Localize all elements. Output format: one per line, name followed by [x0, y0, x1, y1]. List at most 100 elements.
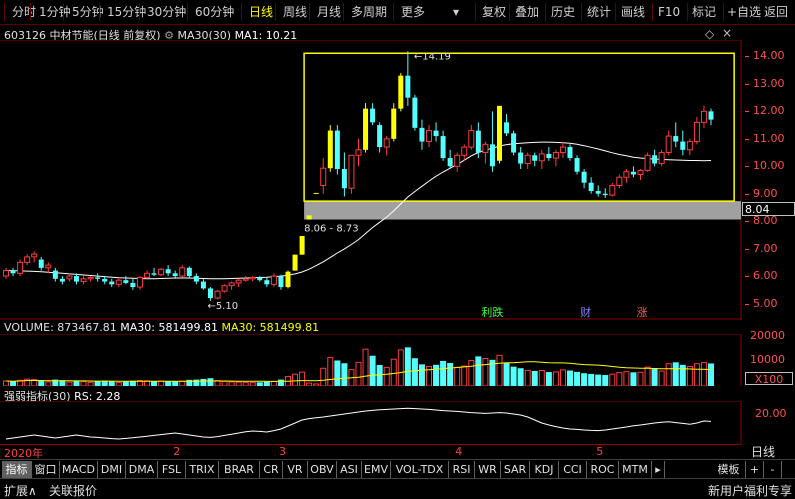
volume-chart[interactable] [0, 334, 742, 386]
indicator-tab[interactable]: SAR [501, 461, 530, 478]
indicator-tab[interactable]: KDJ [530, 461, 559, 478]
candle [24, 254, 31, 266]
candle [405, 51, 411, 106]
candle [264, 277, 270, 288]
volume-bar [595, 374, 602, 386]
indicator-tab[interactable]: DMA [126, 461, 158, 478]
candle [383, 136, 390, 156]
toolbar-separator [723, 3, 724, 21]
tool-button-5[interactable]: F10 [658, 4, 680, 21]
tool-button-1[interactable]: 叠加 [515, 4, 539, 21]
volume-bar [404, 347, 411, 386]
period-tab-4[interactable]: 30分钟 [147, 4, 186, 21]
expand-button[interactable]: 扩展∧ [4, 482, 37, 499]
new-user-promo-link[interactable]: 新用户福利专享 [708, 482, 792, 499]
price-axis-label: 10.00 [753, 159, 785, 173]
volume-bar [80, 381, 87, 386]
diamond-icon[interactable]: ◇ [705, 27, 714, 41]
tool-button-6[interactable]: 标记 [692, 4, 716, 21]
tab-right-button[interactable]: 模板 [712, 461, 746, 478]
period-tab-8[interactable]: 月线 [317, 4, 341, 21]
candle [80, 276, 87, 285]
period-tab-10[interactable]: 更多 [401, 4, 425, 21]
period-tab-9[interactable]: 多周期 [351, 4, 387, 21]
indicator-tab[interactable]: MTM [619, 461, 652, 478]
period-tab-6[interactable]: 日线 [249, 4, 273, 21]
volume-bar [66, 381, 73, 386]
candle [306, 215, 312, 220]
close-panel-icon[interactable]: × [722, 26, 732, 40]
tool-button-4[interactable]: 画线 [621, 4, 645, 21]
rs-indicator-chart[interactable] [0, 401, 742, 443]
toolbar-separator [652, 3, 653, 21]
candle [665, 130, 672, 156]
indicator-tab[interactable]: RSI [449, 461, 475, 478]
volume-bar [355, 361, 362, 386]
tool-button-7[interactable]: +自选 [727, 4, 761, 21]
volume-bar [94, 380, 101, 386]
volume-bar [59, 380, 66, 386]
indicator-tab[interactable]: 窗口 [32, 461, 60, 478]
indicator-tab[interactable]: EMV [362, 461, 391, 478]
indicator-tab[interactable]: TRIX [186, 461, 219, 478]
candle [630, 166, 636, 178]
volume-bar [503, 362, 510, 386]
candle [609, 182, 616, 197]
period-tab-5[interactable]: 60分钟 [195, 4, 234, 21]
indicator-tab[interactable]: BRAR [219, 461, 260, 478]
price-axis-label: 6.00 [753, 269, 778, 283]
period-tab-0[interactable]: 分时 [12, 4, 36, 21]
indicator-tab[interactable]: DMI [98, 461, 126, 478]
indicator-tab[interactable]: VOL-TDX [391, 461, 449, 478]
volume-bar [334, 360, 341, 386]
indicator-tab[interactable]: ASI [337, 461, 362, 478]
candle [461, 144, 468, 161]
period-tab-3[interactable]: 15分钟 [107, 4, 146, 21]
tabs-scroll-right-icon[interactable]: ▸ [652, 461, 665, 478]
date-axis-line [0, 444, 742, 445]
volume-bar [292, 373, 299, 386]
candle [151, 267, 157, 277]
period-tab-1[interactable]: 1分钟 [39, 4, 71, 21]
tool-button-0[interactable]: 复权 [482, 4, 506, 21]
candle [257, 276, 263, 282]
volume-bar [397, 349, 404, 386]
date-label: 3 [278, 445, 286, 458]
tab-right-button[interactable]: - [764, 461, 782, 478]
price-axis-tick [745, 166, 749, 168]
tab-right-button[interactable]: + [746, 461, 764, 478]
indicator-tab[interactable]: MACD [60, 461, 98, 478]
current-price-tag: 8.04 [742, 202, 795, 216]
indicator-tab[interactable]: CR [260, 461, 283, 478]
indicator-tab[interactable]: ROC [587, 461, 619, 478]
volume-bar [644, 366, 651, 386]
volume-bar [242, 381, 249, 386]
volume-bar [609, 373, 616, 386]
volume-bar [45, 381, 52, 386]
period-tab-7[interactable]: 周线 [283, 4, 307, 21]
candle [313, 192, 319, 194]
price-axis-label: 11.00 [753, 131, 785, 145]
volume-bar [256, 382, 263, 386]
indicator-tab[interactable]: CCI [559, 461, 587, 478]
related-quote-button[interactable]: 关联报价 [49, 482, 97, 499]
volume-bar [390, 358, 397, 386]
indicator-tab[interactable]: 指标 [2, 461, 32, 478]
tool-button-8[interactable]: 返回 [764, 4, 788, 21]
candle [221, 284, 228, 293]
candlestick-chart[interactable]: ←14.19 ←5.10 8.06 - 8.73 利跌 财 涨 [0, 40, 742, 320]
candle [299, 236, 305, 255]
volume-bar [630, 372, 637, 386]
more-dropdown-icon[interactable]: ▾ [453, 4, 459, 21]
tool-button-2[interactable]: 历史 [551, 4, 575, 21]
indicator-tab[interactable]: VR [283, 461, 308, 478]
volume-bar [588, 373, 595, 386]
candle [123, 276, 129, 285]
volume-bar [228, 381, 235, 386]
price-axis: 14.00 13.00 12.00 11.00 10.00 9.00 8.00 7.00 6.0… [745, 40, 795, 320]
indicator-tab[interactable]: OBV [308, 461, 337, 478]
candle [179, 265, 186, 278]
tool-button-3[interactable]: 统计 [587, 4, 611, 21]
indicator-tab[interactable]: FSL [158, 461, 186, 478]
indicator-tab[interactable]: WR [475, 461, 501, 478]
